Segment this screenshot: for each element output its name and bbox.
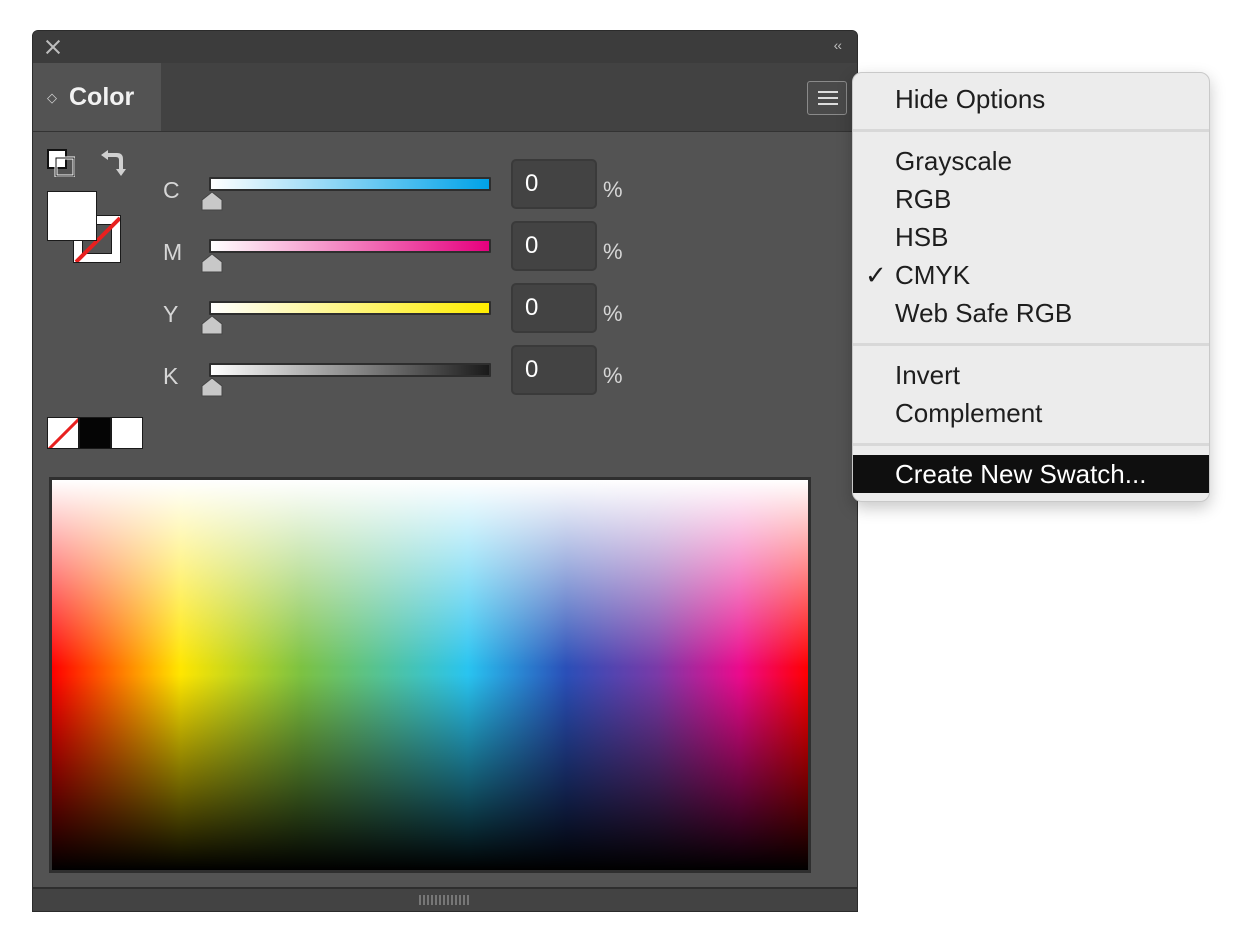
slider-label-y: Y <box>163 301 179 327</box>
tab-arrows-icon[interactable]: ◇ <box>47 91 57 104</box>
slider-thumb-c[interactable] <box>201 191 223 211</box>
panel-tabbar: ◇ Color <box>33 63 857 132</box>
slider-track-c[interactable] <box>209 177 491 191</box>
menu-item-complement[interactable]: Complement <box>853 394 1209 432</box>
checkmark-icon: ✓ <box>865 260 887 290</box>
menu-item-web-safe-rgb[interactable]: Web Safe RGB <box>853 294 1209 332</box>
menu-item-label: Create New Swatch... <box>895 459 1147 489</box>
resize-grip-icon[interactable] <box>419 895 469 905</box>
panel-bottom-bar <box>33 887 857 911</box>
color-panel: ‹‹ ◇ Color C 0 % M 0 % Y 0 % K 0 % <box>32 30 858 912</box>
slider-thumb-k[interactable] <box>201 377 223 397</box>
percent-label-c: % <box>603 177 623 202</box>
double-chevron-left-icon[interactable]: ‹‹ <box>834 37 842 53</box>
menu-item-grayscale[interactable]: Grayscale <box>853 142 1209 180</box>
menu-item-create-new-swatch[interactable]: Create New Swatch... <box>853 455 1209 493</box>
menu-separator <box>853 129 1209 132</box>
menu-item-rgb[interactable]: RGB <box>853 180 1209 218</box>
menu-item-label: Complement <box>895 398 1043 428</box>
menu-item-label: Invert <box>895 360 961 390</box>
hamburger-menu-icon[interactable] <box>807 81 847 115</box>
close-icon[interactable] <box>43 37 63 57</box>
menu-item-hide-options[interactable]: Hide Options <box>853 80 1209 118</box>
slider-row-c: C 0 % <box>33 159 673 217</box>
slider-row-m: M 0 % <box>33 221 673 279</box>
value-field-m[interactable]: 0 <box>511 221 597 271</box>
menu-item-label: Hide Options <box>895 84 1046 114</box>
menu-item-label: Web Safe RGB <box>895 298 1073 328</box>
slider-row-y: Y 0 % <box>33 283 673 341</box>
menu-item-label: CMYK <box>895 260 971 290</box>
menu-item-label: HSB <box>895 222 949 252</box>
slider-label-c: C <box>163 177 180 203</box>
percent-label-y: % <box>603 301 623 326</box>
menu-item-cmyk[interactable]: ✓ CMYK <box>853 256 1209 294</box>
value-field-k[interactable]: 0 <box>511 345 597 395</box>
slider-thumb-m[interactable] <box>201 253 223 273</box>
tab-title: Color <box>69 82 135 111</box>
color-spectrum[interactable] <box>49 477 811 873</box>
value-field-y[interactable]: 0 <box>511 283 597 333</box>
menu-item-invert[interactable]: Invert <box>853 356 1209 394</box>
value-field-c[interactable]: 0 <box>511 159 597 209</box>
tab-color[interactable]: ◇ Color <box>33 63 161 131</box>
menu-item-label: RGB <box>895 184 952 214</box>
none-slash-icon <box>48 418 78 448</box>
panel-titlebar: ‹‹ <box>33 31 857 63</box>
menu-item-label: Grayscale <box>895 146 1013 176</box>
swatch-white[interactable] <box>111 417 143 449</box>
menu-separator <box>853 343 1209 346</box>
panel-flyout-menu: Hide Options Grayscale RGB HSB ✓ CMYK We… <box>852 72 1210 502</box>
slider-label-k: K <box>163 363 179 389</box>
slider-track-y[interactable] <box>209 301 491 315</box>
swatch-black[interactable] <box>79 417 111 449</box>
swatch-none[interactable] <box>47 417 79 449</box>
slider-track-m[interactable] <box>209 239 491 253</box>
slider-thumb-y[interactable] <box>201 315 223 335</box>
slider-track-k[interactable] <box>209 363 491 377</box>
percent-label-k: % <box>603 363 623 388</box>
slider-row-k: K 0 % <box>33 345 673 403</box>
percent-label-m: % <box>603 239 623 264</box>
slider-label-m: M <box>163 239 183 265</box>
spectrum-black-layer <box>52 480 808 870</box>
menu-item-hsb[interactable]: HSB <box>853 218 1209 256</box>
menu-separator <box>853 443 1209 446</box>
